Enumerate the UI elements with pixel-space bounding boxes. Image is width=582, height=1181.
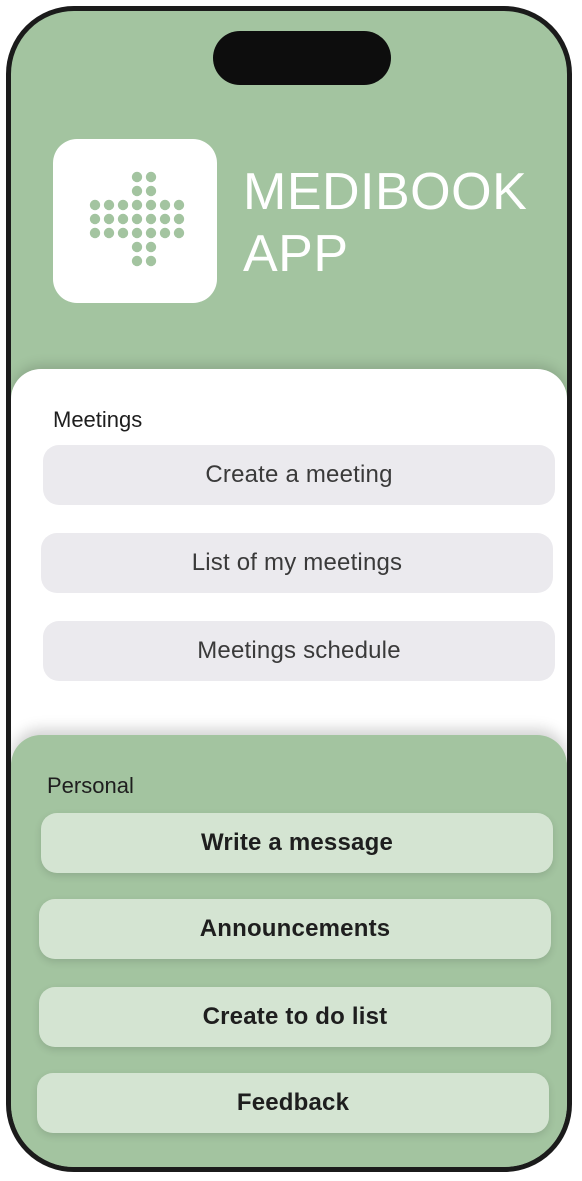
- list-my-meetings-button[interactable]: List of my meetings: [41, 533, 553, 593]
- phone-frame: MEDIBOOK APP Meetings Create a meeting L…: [6, 6, 572, 1172]
- medical-cross-icon: [89, 171, 185, 267]
- create-todo-list-button[interactable]: Create to do list: [39, 987, 551, 1047]
- app-title-line2: APP: [243, 225, 349, 283]
- meetings-heading: Meetings: [53, 407, 143, 432]
- app-logo: [53, 139, 217, 303]
- dynamic-island: [213, 31, 391, 85]
- personal-card: Personal Write a message Announcements C…: [11, 735, 567, 1167]
- write-message-button[interactable]: Write a message: [41, 813, 553, 873]
- create-meeting-button[interactable]: Create a meeting: [43, 445, 555, 505]
- meetings-schedule-button[interactable]: Meetings schedule: [43, 621, 555, 681]
- personal-heading: Personal: [47, 773, 134, 798]
- announcements-button[interactable]: Announcements: [39, 899, 551, 959]
- feedback-button[interactable]: Feedback: [37, 1073, 549, 1133]
- app-title: MEDIBOOK APP: [243, 161, 527, 285]
- app-title-line1: MEDIBOOK: [243, 163, 528, 221]
